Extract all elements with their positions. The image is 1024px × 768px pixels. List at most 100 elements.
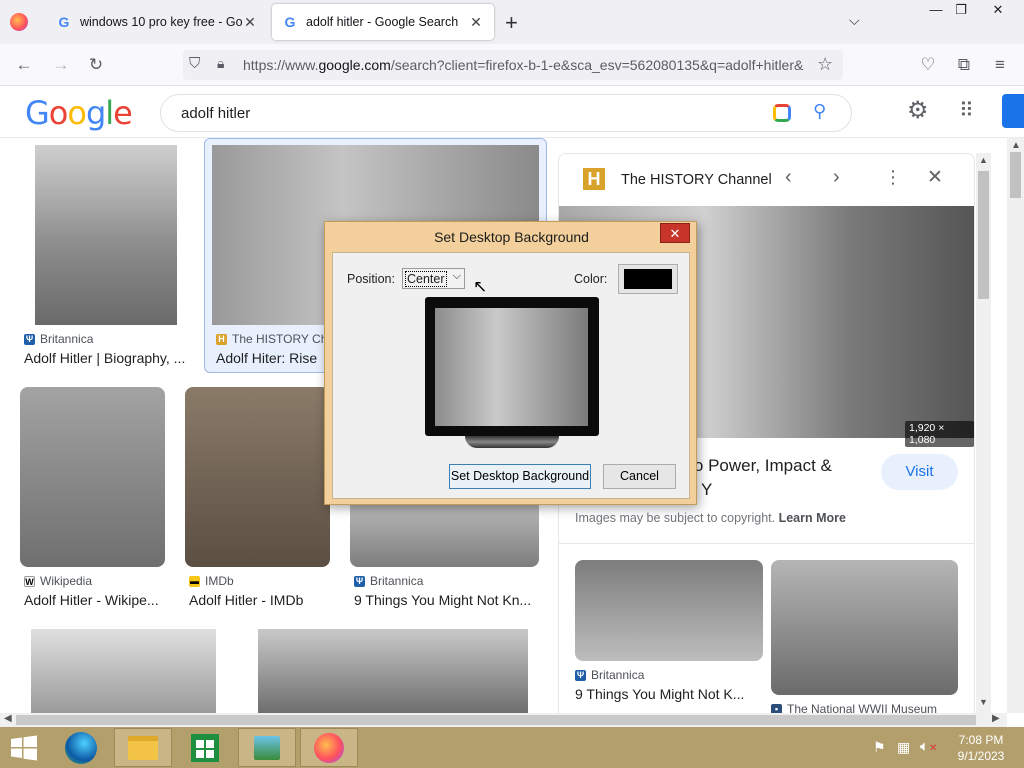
close-preview-icon[interactable]: ✕ xyxy=(927,166,943,189)
museum-icon: ▪ xyxy=(771,703,782,713)
scroll-left-icon[interactable]: ◀ xyxy=(4,713,12,724)
lens-icon[interactable] xyxy=(773,104,791,122)
result-image[interactable] xyxy=(31,629,216,713)
related-image[interactable] xyxy=(575,560,763,661)
start-button[interactable] xyxy=(0,728,48,767)
search-box[interactable]: adolf hitler ⚲ xyxy=(160,94,852,132)
panel-scroll-up-icon[interactable]: ▲ xyxy=(979,155,988,165)
restore-icon[interactable]: ❐ xyxy=(946,0,976,22)
volume-muted-icon[interactable]: 🔈︎✕ xyxy=(920,738,937,755)
tab-label: windows 10 pro key free - Goog xyxy=(80,15,242,29)
chevron-down-icon: ⌵ xyxy=(452,270,461,282)
shield-icon[interactable]: ⛉ xyxy=(189,55,200,72)
url-text[interactable]: https://www.google.com/search?client=fir… xyxy=(243,57,810,73)
clock-time[interactable]: 7:08 PM xyxy=(956,733,1006,747)
url-prefix: https://www. xyxy=(243,57,319,73)
taskbar-file-explorer-icon[interactable] xyxy=(114,728,172,767)
britannica-icon: Ψ xyxy=(24,333,35,345)
result-image[interactable] xyxy=(35,145,177,325)
taskbar-app-icon[interactable] xyxy=(238,728,296,767)
wikipedia-icon: W xyxy=(24,575,35,587)
horizontal-scrollbar-thumb[interactable] xyxy=(16,715,976,725)
new-tab-icon[interactable]: + xyxy=(505,10,518,36)
bookmark-star-icon[interactable]: ☆ xyxy=(817,54,833,75)
previous-icon[interactable]: ‹ xyxy=(785,166,792,189)
windows-logo-icon xyxy=(11,735,37,760)
tab-windows-key[interactable]: G windows 10 pro key free - Goog ✕ xyxy=(46,4,268,40)
next-icon[interactable]: › xyxy=(833,166,840,189)
cancel-button[interactable]: Cancel xyxy=(603,464,676,489)
extensions-icon[interactable]: ⧉ xyxy=(951,52,977,78)
related-title[interactable]: 9 Things You Might Not K... xyxy=(575,686,760,702)
vertical-scrollbar[interactable]: ▲ xyxy=(1007,138,1024,713)
result-title[interactable]: Adolf Hitler | Biography, ... xyxy=(24,350,194,366)
related-source-label: The National WWII Museum xyxy=(787,702,938,713)
position-select[interactable]: Center ⌵ xyxy=(402,268,465,289)
clock-date[interactable]: 9/1/2023 xyxy=(952,749,1010,763)
result-image[interactable] xyxy=(20,387,165,567)
dialog-body: Position: Center ⌵ ↖ Color: Set Desktop … xyxy=(332,252,690,499)
edge-icon xyxy=(65,731,97,764)
menu-icon[interactable]: ≡ xyxy=(987,52,1013,78)
taskbar-edge-icon[interactable] xyxy=(52,728,110,767)
back-icon[interactable]: ← xyxy=(11,52,37,78)
panel-scrollbar-thumb[interactable] xyxy=(978,171,989,299)
divider xyxy=(559,543,974,544)
preview-title-line1[interactable]: e to Power, Impact & xyxy=(675,456,832,476)
result-image[interactable] xyxy=(258,629,528,713)
folder-icon xyxy=(128,735,158,760)
network-icon[interactable]: ▦ xyxy=(897,739,910,756)
result-title[interactable]: Adolf Hitler - Wikipe... xyxy=(24,592,169,608)
close-tab-icon[interactable]: ✕ xyxy=(242,14,258,31)
google-favicon-icon: G xyxy=(284,14,296,30)
copyright-text: Images may be subject to copyright. xyxy=(575,511,776,525)
result-title[interactable]: 9 Things You Might Not Kn... xyxy=(354,592,539,608)
result-image[interactable] xyxy=(350,505,539,567)
result-title[interactable]: Adolf Hitler - IMDb xyxy=(189,592,334,608)
scroll-right-icon[interactable]: ▶ xyxy=(992,713,1000,724)
firefox-menu-icon[interactable] xyxy=(10,13,28,31)
visit-button[interactable]: Visit xyxy=(881,454,958,490)
taskbar-firefox-icon[interactable] xyxy=(300,728,358,767)
scrollbar-thumb[interactable] xyxy=(1010,152,1021,198)
list-tabs-icon[interactable]: ⌵ xyxy=(849,12,860,29)
result-image[interactable] xyxy=(185,387,330,567)
scroll-up-icon[interactable]: ▲ xyxy=(1011,140,1021,151)
result-source: H The HISTORY Ch xyxy=(216,332,327,346)
account-edge[interactable] xyxy=(1002,94,1024,128)
result-source-label: The HISTORY Ch xyxy=(232,332,328,346)
lock-icon[interactable]: 🔒︎ xyxy=(217,55,224,72)
search-input[interactable]: adolf hitler xyxy=(181,105,250,122)
copyright-note: Images may be subject to copyright. Lear… xyxy=(575,511,846,525)
dialog-close-icon[interactable]: ✕ xyxy=(660,223,690,243)
set-desktop-background-button[interactable]: Set Desktop Background xyxy=(449,464,591,489)
firefox-icon xyxy=(314,732,344,763)
reload-icon[interactable]: ↻ xyxy=(83,52,109,78)
tab-adolf-hitler[interactable]: G adolf hitler - Google Search ✕ xyxy=(272,4,494,40)
result-title[interactable]: Adolf Hiter: Rise xyxy=(216,350,326,366)
related-source-label: Britannica xyxy=(591,668,645,682)
panel-scroll-down-icon[interactable]: ▼ xyxy=(979,697,988,707)
close-tab-icon[interactable]: ✕ xyxy=(468,14,484,31)
settings-gear-icon[interactable]: ⚙ xyxy=(907,96,929,125)
preview-source[interactable]: The HISTORY Channel xyxy=(621,172,772,188)
related-image[interactable] xyxy=(771,560,958,695)
taskbar-store-icon[interactable] xyxy=(176,728,234,767)
learn-more-link[interactable]: Learn More xyxy=(779,511,846,525)
preview-title-line2[interactable]: Y xyxy=(701,480,712,500)
taskbar: ⚑ ▦ 🔈︎✕ 7:08 PM 9/1/2023 xyxy=(0,727,1024,768)
more-options-icon[interactable]: ⋮ xyxy=(884,167,902,188)
color-picker-button[interactable] xyxy=(618,264,678,294)
position-label: Position: xyxy=(347,272,395,286)
google-logo[interactable]: Google xyxy=(25,94,133,132)
apps-grid-icon[interactable]: ⠿ xyxy=(959,98,974,123)
window-close-icon[interactable]: ✕ xyxy=(983,0,1013,22)
panel-scrollbar[interactable]: ▲ ▼ xyxy=(976,153,991,713)
url-bar[interactable]: ⛉ 🔒︎ https://www.google.com/search?clien… xyxy=(183,50,843,80)
action-center-flag-icon[interactable]: ⚑ xyxy=(873,739,886,756)
google-header: Google adolf hitler ⚲ ⚙ ⠿ xyxy=(0,86,1024,138)
forward-icon[interactable]: → xyxy=(48,52,74,78)
horizontal-scrollbar[interactable]: ◀ ▶ xyxy=(0,713,1007,727)
pocket-icon[interactable]: ♡ xyxy=(915,52,941,78)
search-icon[interactable]: ⚲ xyxy=(813,101,826,122)
